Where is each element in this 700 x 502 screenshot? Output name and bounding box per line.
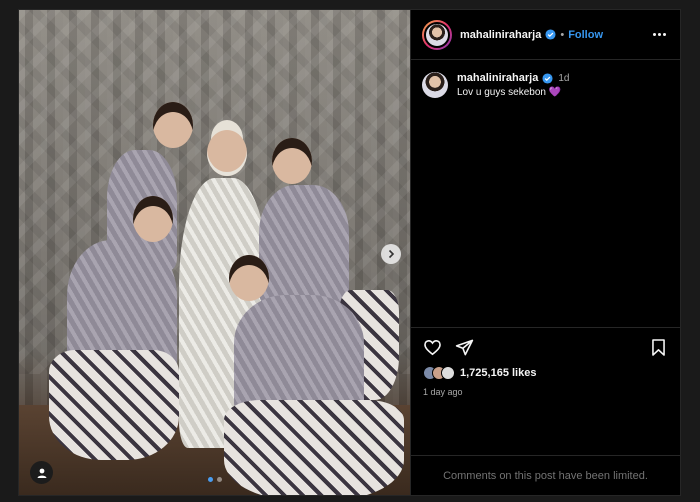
follow-button[interactable]: Follow bbox=[568, 29, 603, 41]
bookmark-icon[interactable] bbox=[649, 338, 668, 357]
carousel-next-button[interactable] bbox=[381, 244, 401, 264]
caption-time[interactable]: 1d bbox=[558, 73, 569, 84]
more-options-button[interactable] bbox=[653, 33, 666, 36]
likes-count[interactable]: 1,725,165 likes bbox=[460, 367, 536, 379]
carousel-indicator bbox=[19, 477, 410, 482]
post-header: mahaliniraharja • Follow bbox=[411, 10, 680, 60]
more-icon bbox=[653, 33, 656, 36]
caption-username[interactable]: mahaliniraharja bbox=[457, 72, 538, 84]
caption-avatar[interactable] bbox=[422, 72, 448, 98]
post-photo[interactable] bbox=[19, 10, 410, 495]
caption-text: Lov u guys sekebon 💜 bbox=[457, 87, 562, 98]
post-modal: mahaliniraharja • Follow mahaliniraharja… bbox=[18, 9, 681, 496]
post-sidebar: mahaliniraharja • Follow mahaliniraharja… bbox=[410, 10, 680, 495]
likes-row: 1,725,165 likes bbox=[423, 366, 668, 380]
bride-head bbox=[207, 130, 247, 176]
carousel-dot-active bbox=[207, 477, 213, 482]
person-head bbox=[133, 196, 173, 242]
avatar[interactable] bbox=[422, 19, 452, 50]
person-head bbox=[153, 102, 193, 148]
person-head bbox=[272, 138, 312, 184]
heart-icon[interactable] bbox=[423, 338, 442, 357]
person-head bbox=[229, 255, 269, 301]
batik-skirt bbox=[49, 350, 179, 460]
post-actions: 1,725,165 likes 1 day ago bbox=[411, 327, 680, 455]
verified-icon bbox=[545, 29, 556, 40]
share-icon[interactable] bbox=[455, 338, 474, 357]
chevron-right-icon bbox=[388, 249, 395, 259]
posted-time[interactable]: 1 day ago bbox=[423, 387, 668, 397]
separator-dot: • bbox=[560, 28, 565, 41]
carousel-dot bbox=[216, 477, 222, 482]
caption: mahaliniraharja 1d Lov u guys sekebon 💜 bbox=[422, 72, 669, 98]
username-link[interactable]: mahaliniraharja bbox=[460, 29, 541, 41]
person-dress bbox=[234, 295, 364, 415]
liker-avatars[interactable] bbox=[423, 366, 455, 380]
verified-icon bbox=[542, 72, 553, 84]
person-dress bbox=[259, 185, 349, 305]
comments-section: mahaliniraharja 1d Lov u guys sekebon 💜 bbox=[411, 60, 680, 327]
comments-limited-notice: Comments on this post have been limited. bbox=[411, 455, 680, 495]
